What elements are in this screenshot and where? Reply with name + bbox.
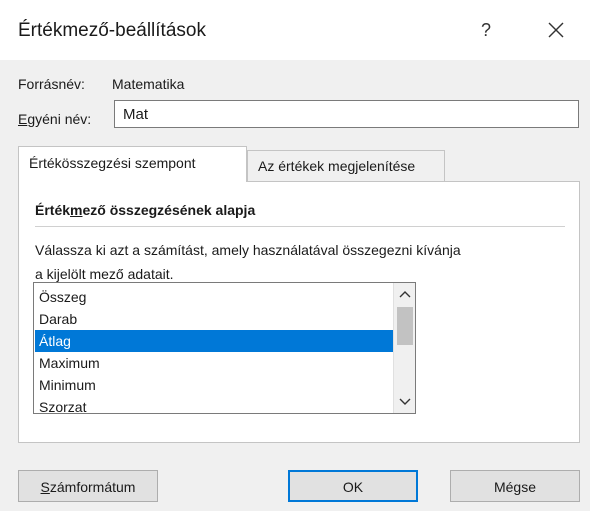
heading-part-1: Érték [35,202,71,218]
list-item-sum[interactable]: Összeg [35,286,393,308]
section-divider [35,226,565,227]
list-item-min[interactable]: Minimum [35,374,393,396]
tab-show-values-as[interactable]: Az értékek megjelenítése [247,150,445,182]
section-heading: Értékmező összegzésének alapja [35,202,255,218]
summarize-panel: Értékmező összegzésének alapja Válassza … [18,181,580,443]
cancel-button[interactable]: Mégse [450,470,580,502]
listbox-scrollbar[interactable] [393,283,415,413]
heading-part-2: ező összegzésének alapja [82,202,256,218]
value-field-settings-dialog: Értékmező-beállítások ? Forrásnév: Matem… [0,0,590,511]
custom-name-label-text: gyéni név: [27,111,92,127]
list-item-product[interactable]: Szorzat [35,396,393,413]
close-icon [548,22,564,38]
help-button[interactable]: ? [466,14,506,46]
tab-summarize-by[interactable]: Értékösszegzési szempont [18,146,247,182]
scroll-thumb[interactable] [397,307,413,345]
close-button[interactable] [534,12,578,48]
custom-name-label: Egyéni név: [18,111,91,127]
description-line-1: Válassza ki azt a számítást, amely haszn… [35,242,461,258]
number-format-access-key: S [40,479,50,495]
source-name-label: Forrásnév: [18,76,85,92]
ok-button[interactable]: OK [288,470,418,502]
list-item-count[interactable]: Darab [35,308,393,330]
chevron-down-icon [399,398,411,405]
number-format-label: zámformátum [49,479,136,495]
section-description: Válassza ki azt a számítást, amely haszn… [35,238,565,286]
list-item-max[interactable]: Maximum [35,352,393,374]
summary-function-listbox[interactable]: Összeg Darab Átlag Maximum Minimum Szorz… [33,282,416,414]
heading-access-key: m [70,202,83,218]
chevron-up-icon [399,291,411,298]
scroll-up-button[interactable] [394,283,415,305]
scroll-down-button[interactable] [394,391,415,413]
dialog-title: Értékmező-beállítások [18,20,206,41]
number-format-button[interactable]: Számformátum [18,470,158,502]
custom-name-input[interactable] [114,100,579,128]
custom-name-access-key: E [18,111,28,127]
source-name-value: Matematika [112,76,185,92]
title-bar: Értékmező-beállítások ? [0,0,590,60]
list-item-average[interactable]: Átlag [35,330,393,352]
